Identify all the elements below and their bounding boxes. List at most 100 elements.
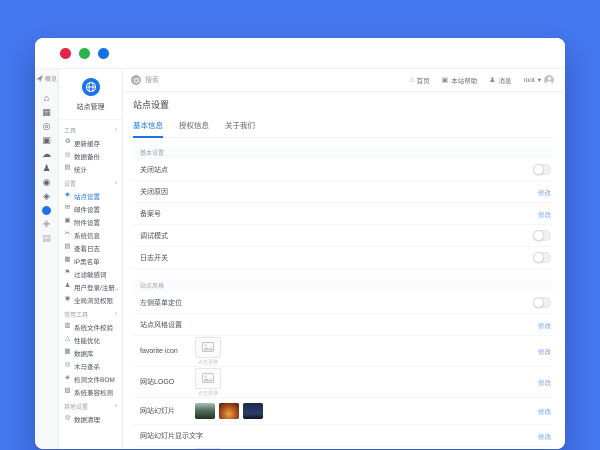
browser-window: 概览 ⌂ ▦ ◎ ▣ ☁ ♟ ◉ ◈ ✚ ▤ 站点管 [35,38,565,449]
image-placeholder-icon[interactable] [195,337,221,358]
sidebar-item-system-info[interactable]: ✂系统信息 [64,228,118,241]
search-placeholder: 搜索 [145,75,159,85]
sidebar-item-trojan-scan[interactable]: ◎木马查杀 [64,359,118,372]
left-menu-toggle[interactable] [533,297,551,308]
sidebar-item-site-settings[interactable]: ◈站点设置 [64,189,118,202]
sidebar-item-statistics[interactable]: ▤统计 [64,162,118,175]
sidebar-item-compat-check[interactable]: ▧系统兼容检测 [64,385,118,398]
modify-link[interactable]: 修改 [538,377,551,387]
rail-selected-settings-icon[interactable] [42,206,51,215]
bom-icon: ◈ [64,375,71,382]
window-maximize-button[interactable] [98,48,109,59]
avatar [544,75,554,85]
modify-link[interactable]: 修改 [538,187,551,197]
site-manage-block[interactable]: 站点管理 [59,69,122,120]
sidebar-item-attachment-settings[interactable]: ▣附件设置 [64,215,118,228]
clean-icon: ◎ [64,415,71,422]
debug-mode-toggle[interactable] [533,230,551,241]
image-placeholder-icon[interactable] [195,368,221,389]
sidebar-item-bom-check[interactable]: ◈检测文件BOM [64,372,118,385]
topmenu-home[interactable]: ⌂首页 [409,75,429,85]
admin-app: 概览 ⌂ ▦ ◎ ▣ ☁ ♟ ◉ ◈ ✚ ▤ 站点管 [35,68,565,449]
modify-link[interactable]: 修改 [538,406,551,416]
wrench-icon: ✂ [64,231,71,238]
section-site-style: 站点风格 [133,279,553,292]
row-log-switch: 日志开关 [133,247,553,269]
row-icp-number: 备案号 修改 [133,203,553,225]
sidebar-group-settings[interactable]: 设置∨ [64,177,118,189]
sidebar-item-ip-blacklist[interactable]: ▦IP黑名单 [64,254,118,267]
modify-link[interactable]: 修改 [538,346,551,356]
flask-icon: △ [64,336,71,343]
person-icon: ♟ [64,283,71,290]
search-input[interactable]: 搜索 [131,75,159,85]
chevron-down-icon: ∨ [114,127,118,133]
log-switch-toggle[interactable] [533,252,551,263]
close-site-toggle[interactable] [533,164,551,175]
chevron-down-icon: ∨ [114,180,118,186]
row-slideshow: 网站幻灯片 修改 [133,398,553,425]
row-debug-mode: 调试模式 [133,225,553,247]
slide-thumbnail-2[interactable] [219,403,239,419]
favicon-uploader[interactable]: 点击更换 [195,337,221,366]
rail-shield-icon[interactable]: ◈ [43,189,50,203]
sidebar-item-data-backup[interactable]: ◎数据备份 [64,149,118,162]
username: root [524,77,535,84]
site-manage-label: 站点管理 [59,102,122,112]
slideshow-thumbnails [195,403,263,419]
sidebar-group-other-settings[interactable]: 其他设置∨ [64,400,118,412]
sidebar-item-view-logs[interactable]: ▤查看日志 [64,241,118,254]
rail-cloud-icon[interactable]: ☁ [42,147,51,161]
scan-icon: ◎ [64,362,71,369]
sidebar-item-performance[interactable]: △性能优化 [64,333,118,346]
topmenu-help[interactable]: ▣本站帮助 [442,75,478,85]
sidebar-item-sensitive-words[interactable]: ⚑过滤敏感词 [64,267,118,280]
background-uploader[interactable]: 点击更换 [195,448,221,450]
disc-icon: ◎ [64,152,71,159]
modify-link[interactable]: 修改 [538,431,551,441]
sidebar-menu: 工具∨ ♻更新缓存 ◎数据备份 ▤统计 设置∨ ◈站点设置 ✉邮件设置 ▣附件设… [59,120,122,449]
icon-rail: 概览 ⌂ ▦ ◎ ▣ ☁ ♟ ◉ ◈ ✚ ▤ [35,69,59,449]
modify-link[interactable]: 修改 [538,320,551,330]
rail-modules-icon[interactable]: ▣ [42,133,51,147]
site-icon: ◈ [64,192,71,199]
sidebar-item-update-cache[interactable]: ♻更新缓存 [64,136,118,149]
rail-user-icon[interactable]: ♟ [42,161,50,175]
sidebar-item-user-login-register[interactable]: ♟用户登录/注册.. [64,280,118,293]
sidebar-item-data-clean[interactable]: ◎数据清理 [64,412,118,425]
rail-team-icon[interactable]: ◉ [43,175,51,189]
topmenu-messages[interactable]: ♟消息 [489,75,511,85]
logo-label: 概览 [45,74,57,83]
app-logo[interactable]: 概览 [36,74,57,83]
rail-tools-icon[interactable]: ✚ [43,217,51,231]
chevron-down-icon: ∨ [114,311,118,317]
window-close-button[interactable] [60,48,71,59]
file-check-icon: ▥ [64,323,71,330]
sidebar-item-mail-settings[interactable]: ✉邮件设置 [64,202,118,215]
rail-apps-icon[interactable]: ▦ [42,105,51,119]
window-minimize-button[interactable] [79,48,90,59]
sidebar-item-file-verify[interactable]: ▥系统文件校验 [64,320,118,333]
image-placeholder-icon[interactable] [195,448,221,450]
tab-basic-info[interactable]: 基本信息 [133,120,163,138]
sidebar-item-global-permission[interactable]: ◉全局浏览权限 [64,293,118,306]
rail-home-icon[interactable]: ⌂ [44,91,49,105]
rail-target-icon[interactable]: ◎ [43,119,51,133]
user-menu[interactable]: root▾ [524,75,554,85]
tab-about-us[interactable]: 关于我们 [225,120,255,137]
sidebar-group-tools[interactable]: 工具∨ [64,124,118,136]
home-icon: ⌂ [409,77,413,84]
slide-thumbnail-1[interactable] [195,403,215,419]
settings-rows: 基本设置 关闭站点 关闭原因 修改 备案号 修改 [133,146,553,449]
desktop-background: 概览 ⌂ ▦ ◎ ▣ ☁ ♟ ◉ ◈ ✚ ▤ 站点管 [0,0,600,450]
logo-uploader[interactable]: 点击更换 [195,368,221,397]
row-background-image: 背景图片 点击更换 修改 [133,447,553,449]
sidebar-group-common-tools[interactable]: 常用工具∨ [64,308,118,320]
row-slideshow-text: 网站幻灯片显示文字 修改 [133,425,553,447]
rail-logs-icon[interactable]: ▤ [42,231,51,245]
tab-license-info[interactable]: 授权信息 [179,120,209,137]
sidebar-item-database[interactable]: ▦数据库 [64,346,118,359]
slide-thumbnail-3[interactable] [243,403,263,419]
refresh-icon: ♻ [64,139,71,146]
modify-link[interactable]: 修改 [538,209,551,219]
